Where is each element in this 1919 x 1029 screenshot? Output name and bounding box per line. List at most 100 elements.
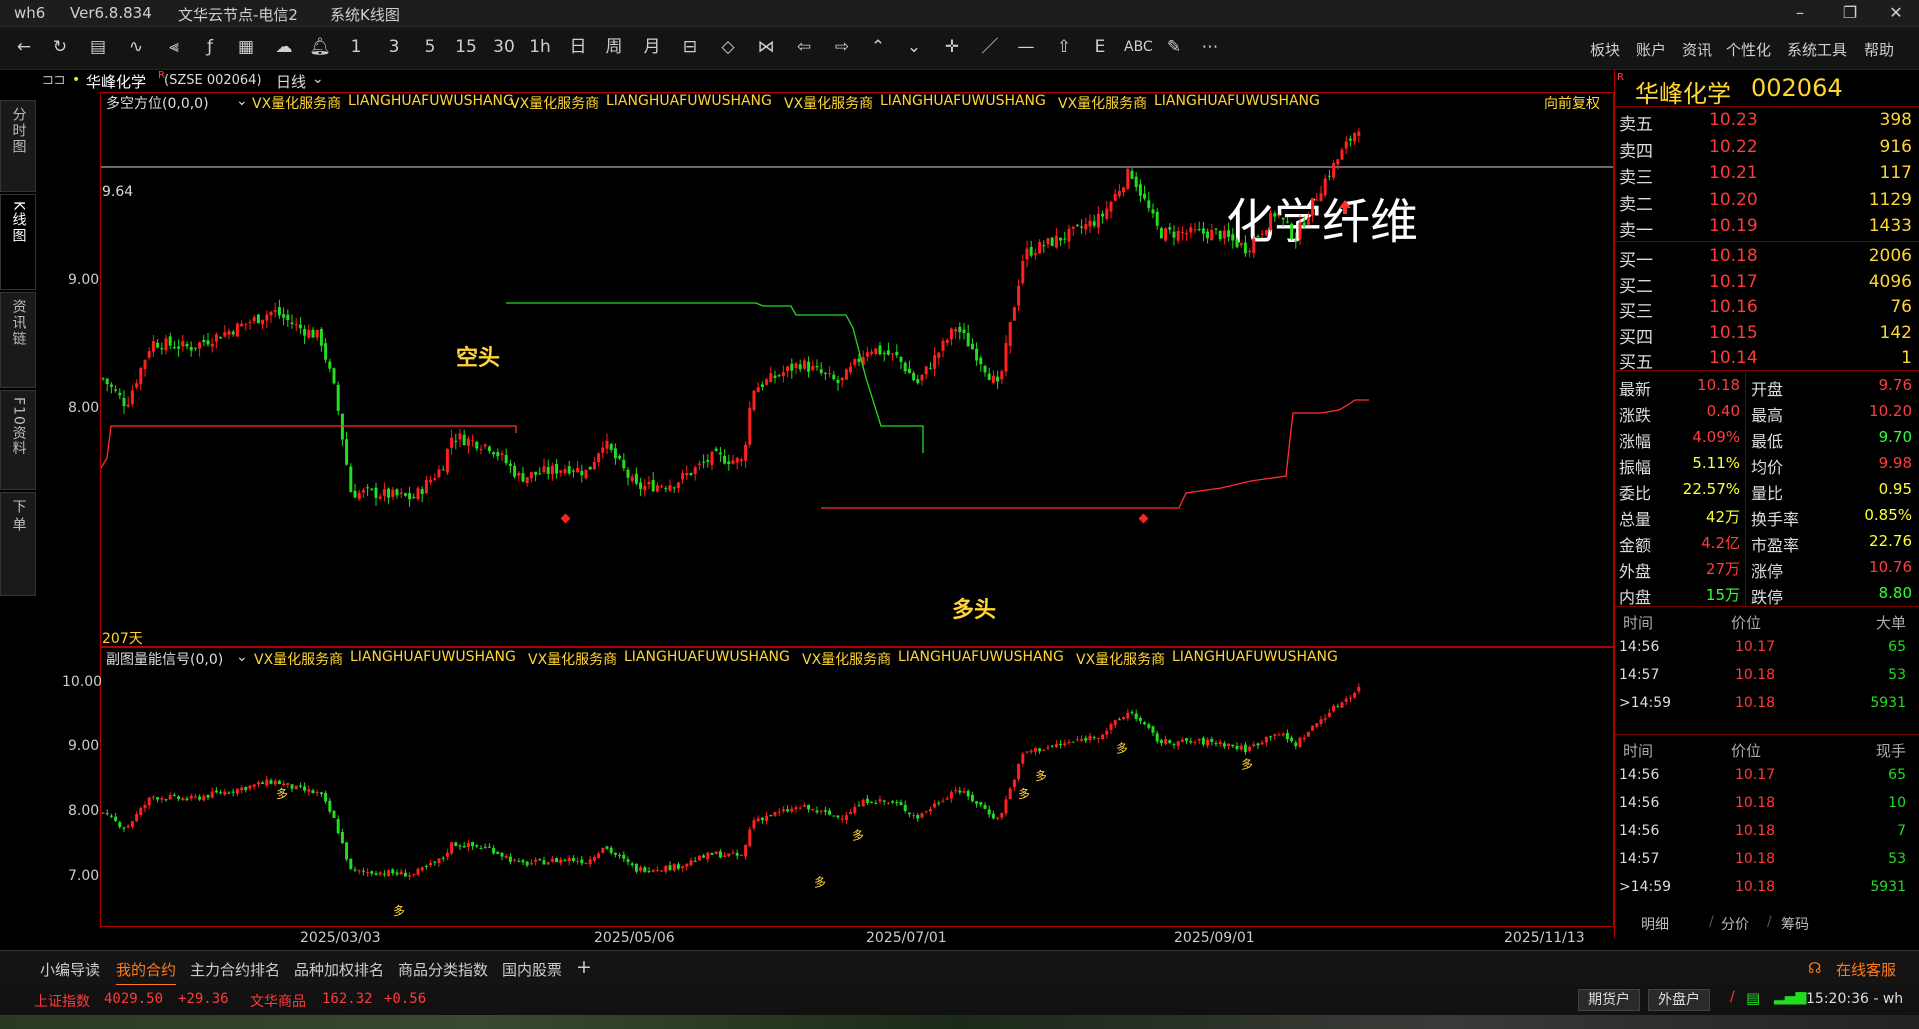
maximize-button[interactable]: ❐ <box>1830 2 1870 24</box>
index2-name[interactable]: 文华商品 <box>250 991 306 1011</box>
candle-body <box>1185 233 1189 235</box>
candle-icon[interactable]: ⫷ <box>160 35 188 59</box>
menu-account[interactable]: 账户 <box>1636 39 1666 60</box>
candle-body <box>1147 200 1151 209</box>
tab-detail[interactable]: 明细 <box>1641 914 1669 934</box>
menu-sector[interactable]: 板块 <box>1590 39 1620 60</box>
tab-news-chain[interactable]: 资讯链 <box>0 292 36 388</box>
bell-icon[interactable]: 🔔︎ <box>306 35 334 59</box>
index1-name[interactable]: 上证指数 <box>34 991 90 1011</box>
stat-label: 内盘 <box>1619 588 1652 607</box>
tab-price-dist[interactable]: 分价 <box>1721 914 1749 934</box>
scroll-up-icon[interactable]: ⌃ <box>864 35 892 59</box>
candle-body <box>790 363 794 371</box>
candle-body <box>991 375 995 383</box>
zoom-in-icon[interactable]: ◇ <box>714 35 742 59</box>
tab-commodity-index[interactable]: 商品分类指数 <box>398 959 488 980</box>
tab-order[interactable]: 下单 <box>0 492 36 596</box>
link-icon[interactable]: ⊐⊐ <box>42 72 65 88</box>
indicator-chevron-icon[interactable]: ⌄ <box>236 93 248 109</box>
server-node[interactable]: 文华云节点-电信2 <box>178 4 298 25</box>
scroll-left-icon[interactable]: ⇦ <box>790 35 818 59</box>
home-icon[interactable]: ⇧ <box>1050 35 1078 59</box>
crosshair-icon[interactable]: ✛ <box>938 35 966 59</box>
calendar-icon[interactable]: ▦ <box>232 35 260 59</box>
tab-editor-guide[interactable]: 小编导读 <box>40 959 100 980</box>
period-week[interactable]: 周 <box>600 35 628 59</box>
menu-system-tools[interactable]: 系统工具 <box>1787 39 1847 60</box>
candle-body <box>609 443 613 450</box>
tick-price: 10.18 <box>1735 879 1776 895</box>
candle-body <box>1348 697 1352 699</box>
eraser-icon[interactable]: ✎ <box>1160 35 1188 59</box>
close-button[interactable]: ✕ <box>1876 2 1916 24</box>
scroll-down-icon[interactable]: ⌄ <box>900 35 928 59</box>
candle-body <box>752 390 756 411</box>
period-select[interactable]: 日线 <box>276 71 306 92</box>
tab-weighted-rank[interactable]: 品种加权排名 <box>294 959 384 980</box>
candle-body <box>668 865 672 870</box>
x-date-2: 2025/05/06 <box>594 930 675 946</box>
tab-timeshare[interactable]: 分时图 <box>0 100 36 192</box>
candle-body <box>1075 739 1079 741</box>
candle-body <box>1231 234 1235 241</box>
custom-period-icon[interactable]: ⊟ <box>676 35 704 59</box>
refresh-icon[interactable]: ↻ <box>46 35 74 59</box>
tab-my-contracts[interactable]: 我的合约 <box>116 959 177 986</box>
add-tab-button[interactable]: + <box>576 956 592 978</box>
candle-body <box>168 336 172 346</box>
chevron-down-icon[interactable]: ⌄ <box>312 71 324 87</box>
headset-icon[interactable]: ☊ <box>1808 959 1821 977</box>
period-30m[interactable]: 30 <box>490 35 518 59</box>
menu-help[interactable]: 帮助 <box>1864 39 1894 60</box>
fib-icon[interactable]: Ε <box>1086 35 1114 59</box>
text-tool[interactable]: ABC <box>1124 35 1153 59</box>
back-icon[interactable]: ← <box>10 35 38 59</box>
tab-kline[interactable]: K线图 <box>0 194 36 290</box>
menu-personalize[interactable]: 个性化 <box>1726 39 1771 60</box>
candle-body <box>1227 743 1231 747</box>
period-1h[interactable]: 1h <box>526 35 554 59</box>
monitor-icon[interactable]: ▤ <box>1746 989 1760 1007</box>
candle-body <box>340 413 344 440</box>
hline-icon[interactable]: — <box>1012 35 1040 59</box>
period-3m[interactable]: 3 <box>380 35 408 59</box>
online-service[interactable]: 在线客服 <box>1836 959 1896 980</box>
line-chart-icon[interactable]: ∿ <box>122 35 150 59</box>
zoom-out-icon[interactable]: ⋈ <box>752 35 780 59</box>
scroll-right-icon[interactable]: ⇨ <box>828 35 856 59</box>
period-day[interactable]: 日 <box>564 35 592 59</box>
minimize-button[interactable]: – <box>1780 2 1820 24</box>
quote-list-icon[interactable]: ▤ <box>84 35 112 59</box>
candle-body <box>1239 243 1243 246</box>
cloud-icon[interactable]: ☁ <box>270 35 298 59</box>
candle-body <box>941 800 945 802</box>
candle-body <box>546 862 550 865</box>
candle-body <box>1059 743 1063 745</box>
candle-body <box>151 796 155 798</box>
candle-body <box>639 867 643 871</box>
period-1m[interactable]: 1 <box>342 35 370 59</box>
tab-chips[interactable]: 筹码 <box>1781 914 1809 934</box>
draw-line-icon[interactable]: ／ <box>976 35 1004 59</box>
futures-account-button[interactable]: 期货户 <box>1578 989 1640 1011</box>
candle-body <box>643 485 647 491</box>
more-icon[interactable]: ⋯ <box>1196 35 1224 59</box>
period-15m[interactable]: 15 <box>452 35 480 59</box>
period-5m[interactable]: 5 <box>416 35 444 59</box>
candle-body <box>1193 229 1197 231</box>
period-month[interactable]: 月 <box>638 35 666 59</box>
candle-body <box>647 871 651 873</box>
stat-value: 4.09% <box>1692 428 1740 446</box>
candle-body <box>471 842 475 847</box>
menu-news[interactable]: 资讯 <box>1682 39 1712 60</box>
quote-tabs: 明细 / 分价 / 筹码 <box>1637 914 1847 934</box>
candle-body <box>1235 745 1239 749</box>
sub-indicator-chevron-icon[interactable]: ⌄ <box>236 649 248 665</box>
tab-main-contract-rank[interactable]: 主力合约排名 <box>190 959 280 980</box>
tab-domestic-stocks[interactable]: 国内股票 <box>502 959 562 980</box>
candle-body <box>714 448 718 452</box>
foreign-account-button[interactable]: 外盘户 <box>1648 989 1710 1011</box>
tab-f10[interactable]: F10资料 <box>0 390 36 490</box>
indicator-icon[interactable]: ƒ <box>196 35 224 59</box>
